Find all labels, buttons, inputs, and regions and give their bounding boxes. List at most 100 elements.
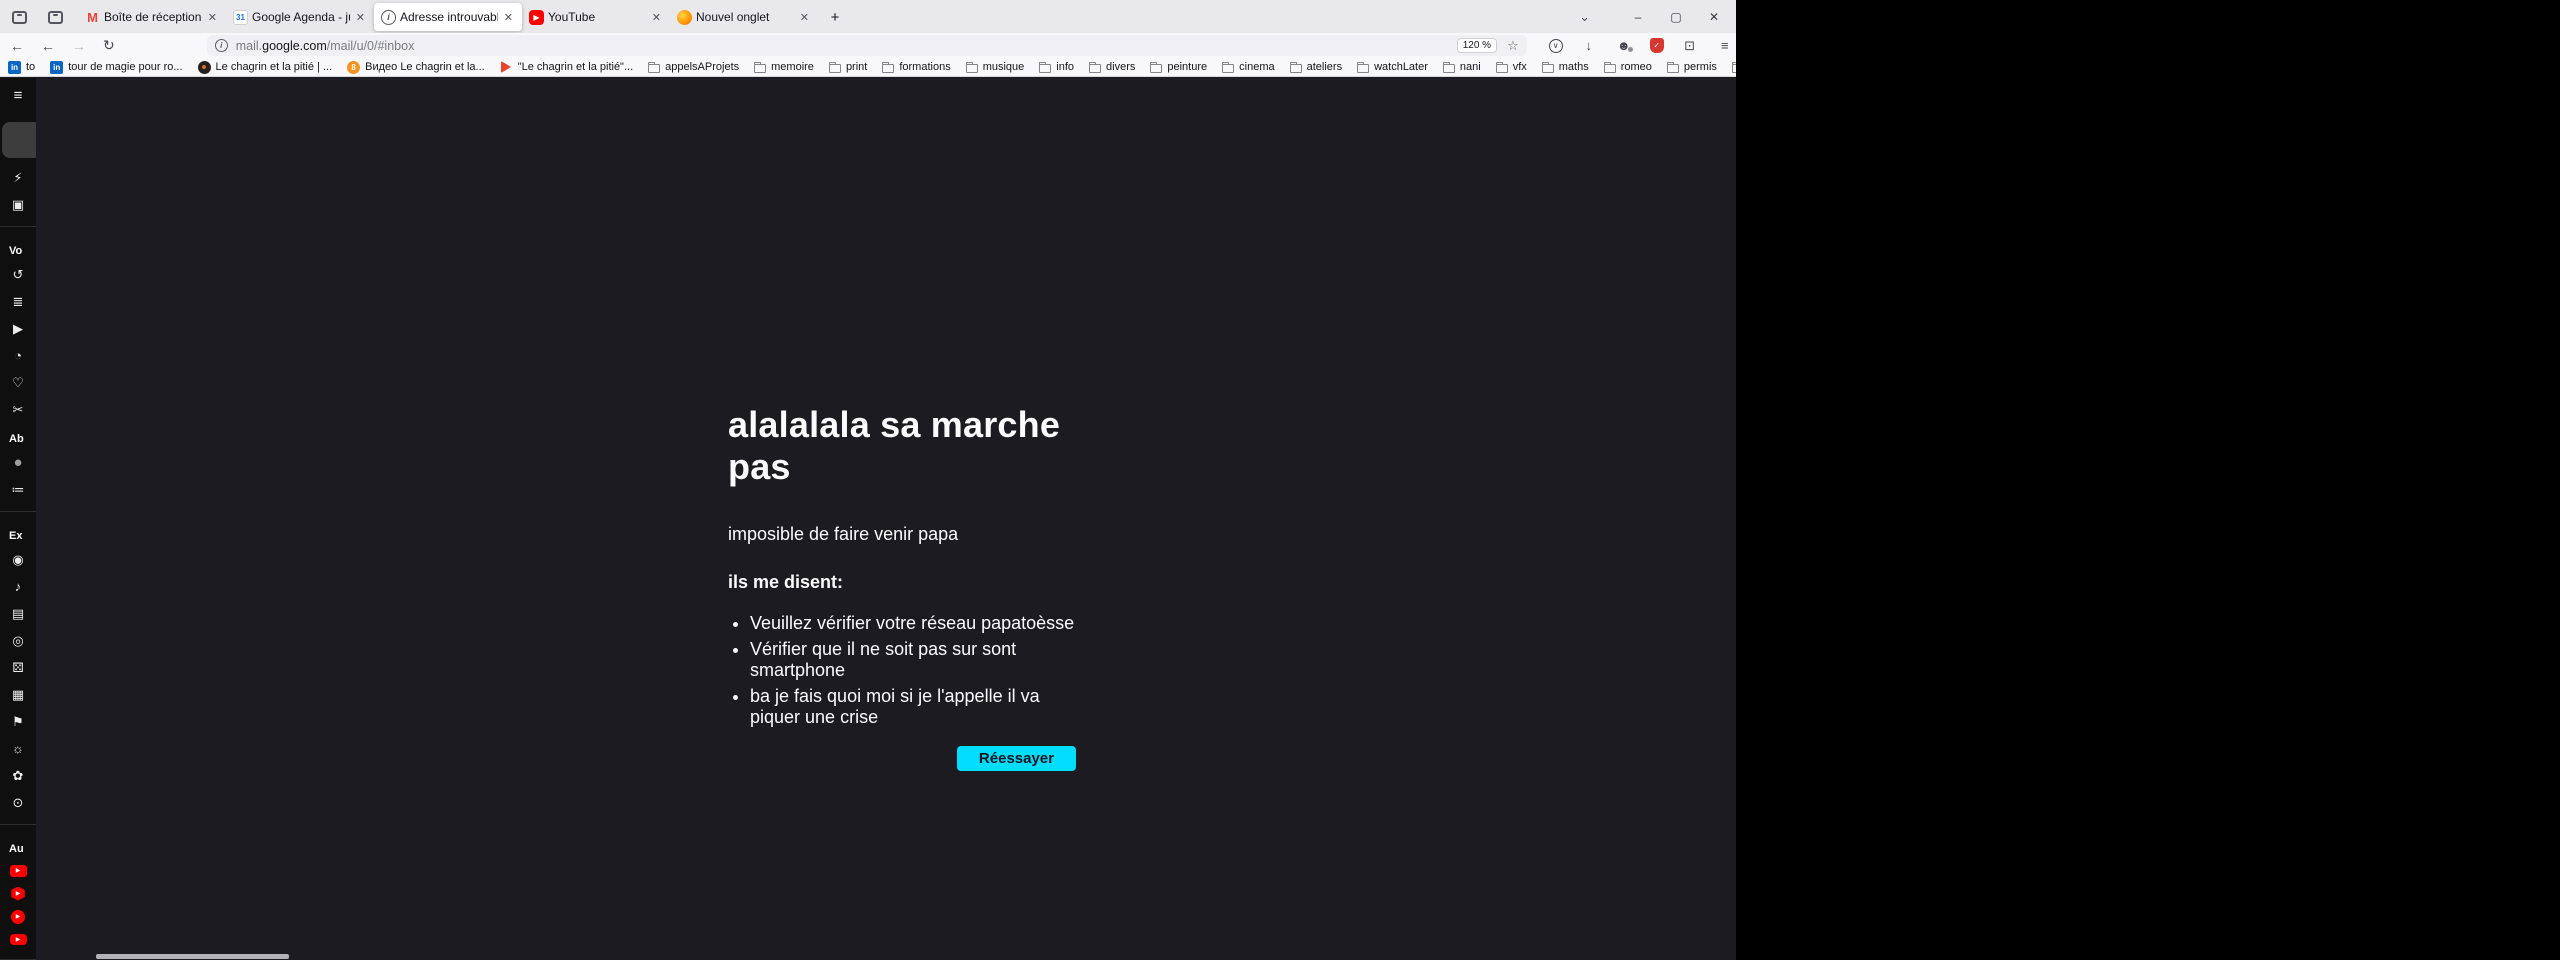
back-button[interactable]: ← bbox=[10, 38, 24, 54]
clips-icon[interactable]: ✂ bbox=[0, 396, 36, 423]
trending-icon[interactable]: ◉ bbox=[0, 546, 36, 573]
bookmark-item[interactable]: divers bbox=[1089, 61, 1135, 73]
error-block: alalalala sa marche pas imposible de fai… bbox=[728, 404, 1076, 771]
bookmark-star-icon[interactable]: ☆ bbox=[1507, 38, 1519, 54]
firefox-view-button[interactable] bbox=[6, 5, 32, 29]
shorts-icon[interactable]: ⚡ bbox=[0, 164, 36, 191]
bookmark-item[interactable]: in tour de magie pour ro... bbox=[50, 61, 182, 74]
reload-button[interactable]: ↻ bbox=[103, 37, 115, 54]
youtube-music-icon[interactable]: ▶ bbox=[0, 905, 36, 928]
bookmark-item[interactable]: maths bbox=[1542, 61, 1589, 73]
bookmark-item[interactable]: peinture bbox=[1150, 61, 1207, 73]
youtube-kids-icon[interactable]: ▶ bbox=[0, 928, 36, 951]
bookmark-label: cinema bbox=[1239, 61, 1274, 73]
films-icon[interactable]: ▤ bbox=[0, 600, 36, 627]
gaming-icon[interactable]: ⚄ bbox=[0, 654, 36, 681]
tab-bar: M Boîte de réception (1698) - julie ✕ 31… bbox=[0, 0, 1736, 33]
tab-youtube[interactable]: ▶ YouTube ✕ bbox=[522, 3, 670, 31]
bookmark-item[interactable]: memoire bbox=[754, 61, 814, 73]
tab-google-agenda[interactable]: 31 Google Agenda - juin 2025 ✕ bbox=[226, 3, 374, 31]
bookmark-item[interactable]: musique bbox=[966, 61, 1025, 73]
sidebar-item bbox=[0, 226, 36, 227]
sport-icon[interactable]: ⚑ bbox=[0, 708, 36, 735]
youtube-mini-sidebar: ≡ ⚡ ▣ Vo ↺ bbox=[0, 78, 36, 960]
history-icon[interactable]: ↺ bbox=[0, 261, 36, 288]
tab-gmail[interactable]: M Boîte de réception (1698) - julie ✕ bbox=[78, 3, 226, 31]
youtube-premium-icon[interactable]: ▶ bbox=[0, 859, 36, 882]
close-icon[interactable]: ✕ bbox=[650, 11, 663, 24]
retry-button[interactable]: Réessayer bbox=[957, 746, 1076, 771]
url-domain: google.com bbox=[262, 39, 327, 53]
error-title: alalalala sa marche pas bbox=[728, 404, 1076, 488]
close-icon[interactable]: ✕ bbox=[354, 11, 367, 24]
bookmark-item[interactable]: nani bbox=[1443, 61, 1481, 73]
site-info-icon[interactable]: i bbox=[215, 39, 228, 52]
maximize-button[interactable]: ▢ bbox=[1660, 6, 1692, 28]
tab-adresse-introuvable[interactable]: i Adresse introuvable ✕ bbox=[374, 3, 522, 31]
channel-avatar[interactable]: ● bbox=[0, 449, 36, 476]
horizontal-scrollbar-thumb[interactable] bbox=[96, 954, 289, 959]
watch-later-icon[interactable]: ◔ bbox=[0, 342, 36, 369]
bookmark-item[interactable]: "Le chagrin et la pitié"... bbox=[500, 61, 633, 74]
tab-overview-button[interactable] bbox=[42, 5, 68, 29]
youtube-studio-icon[interactable]: ▶ bbox=[0, 882, 36, 905]
sidebar-item bbox=[0, 511, 36, 512]
bookmark-icon bbox=[966, 64, 978, 73]
close-icon[interactable]: ✕ bbox=[206, 11, 219, 24]
liked-videos-icon[interactable]: ♡ bbox=[0, 369, 36, 396]
bookmark-item[interactable]: appelsAProjets bbox=[648, 61, 739, 73]
error-bullet: Vérifier que il ne soit pas sur sont sma… bbox=[750, 639, 1076, 681]
bookmark-item[interactable]: watchLater bbox=[1357, 61, 1428, 73]
adblock-shield-icon[interactable]: ✓ bbox=[1650, 38, 1664, 53]
google-calendar-icon: 31 bbox=[233, 10, 248, 25]
downloads-icon[interactable]: ↓ bbox=[1580, 38, 1598, 53]
bookmark-label: tour de magie pour ro... bbox=[68, 61, 182, 73]
bookmark-item[interactable]: ateliers bbox=[1290, 61, 1342, 73]
error-page: alalalala sa marche pas imposible de fai… bbox=[36, 78, 1736, 960]
pocket-icon[interactable]: ∨ bbox=[1549, 39, 1563, 53]
forward-button[interactable]: → bbox=[72, 38, 86, 54]
bookmark-item[interactable]: formations bbox=[882, 61, 950, 73]
minimize-button[interactable]: – bbox=[1622, 6, 1654, 28]
playlists-icon[interactable]: ≣ bbox=[0, 288, 36, 315]
subscriptions-icon[interactable]: ▣ bbox=[0, 191, 36, 218]
app-menu-icon[interactable]: ≡ bbox=[1716, 38, 1734, 53]
fashion-icon[interactable]: ✿ bbox=[0, 762, 36, 789]
music-icon[interactable]: ♪ bbox=[0, 573, 36, 600]
bookmark-item[interactable]: Le chagrin et la pitié | ... bbox=[198, 61, 333, 74]
bookmark-item[interactable]: 8 Видео Le chagrin et la... bbox=[347, 61, 485, 74]
bookmark-icon bbox=[198, 61, 211, 74]
live-icon[interactable]: ◎ bbox=[0, 627, 36, 654]
bookmark-item[interactable]: in to bbox=[8, 61, 35, 74]
new-tab-button[interactable]: + bbox=[822, 5, 848, 29]
bookmark-label: appelsAProjets bbox=[665, 61, 739, 73]
firefox-icon bbox=[677, 10, 692, 25]
bookmark-item[interactable]: cinema bbox=[1222, 61, 1274, 73]
extension-icon[interactable]: ⊡ bbox=[1681, 38, 1699, 54]
url-path: /mail/u/0/#inbox bbox=[327, 39, 415, 53]
bookmark-item[interactable]: romeo bbox=[1604, 61, 1652, 73]
close-icon[interactable]: ✕ bbox=[798, 11, 811, 24]
account-icon[interactable]: ☻ bbox=[1615, 38, 1633, 53]
list-all-tabs-button[interactable]: ⌄ bbox=[1579, 9, 1590, 25]
podcasts-icon[interactable]: ⊙ bbox=[0, 789, 36, 816]
menu-icon[interactable]: ≡ bbox=[0, 82, 36, 108]
bookmark-item[interactable]: permis bbox=[1667, 61, 1717, 73]
learning-icon[interactable]: ☼ bbox=[0, 735, 36, 762]
all-subscriptions-icon[interactable]: ≔ bbox=[0, 476, 36, 503]
bookmark-item[interactable]: print bbox=[829, 61, 867, 73]
close-window-button[interactable]: ✕ bbox=[1698, 6, 1730, 28]
your-videos-icon[interactable]: ▶ bbox=[0, 315, 36, 342]
bookmark-icon bbox=[1542, 64, 1554, 73]
news-icon[interactable]: ▦ bbox=[0, 681, 36, 708]
bookmark-icon: in bbox=[8, 61, 21, 74]
back-button-secondary[interactable]: ← bbox=[41, 38, 55, 54]
tab-nouvel-onglet[interactable]: Nouvel onglet ✕ bbox=[670, 3, 818, 31]
close-icon[interactable]: ✕ bbox=[502, 11, 515, 24]
bookmark-label: formations bbox=[899, 61, 950, 73]
zoom-level-indicator[interactable]: 120 % bbox=[1457, 38, 1497, 53]
bookmark-item[interactable]: info bbox=[1039, 61, 1074, 73]
address-bar[interactable]: i mail.google.com/mail/u/0/#inbox 120 % … bbox=[207, 35, 1527, 56]
bookmark-item[interactable]: vfx bbox=[1496, 61, 1527, 73]
error-bullet: Veuillez vérifier votre réseau papatoèss… bbox=[750, 613, 1076, 634]
